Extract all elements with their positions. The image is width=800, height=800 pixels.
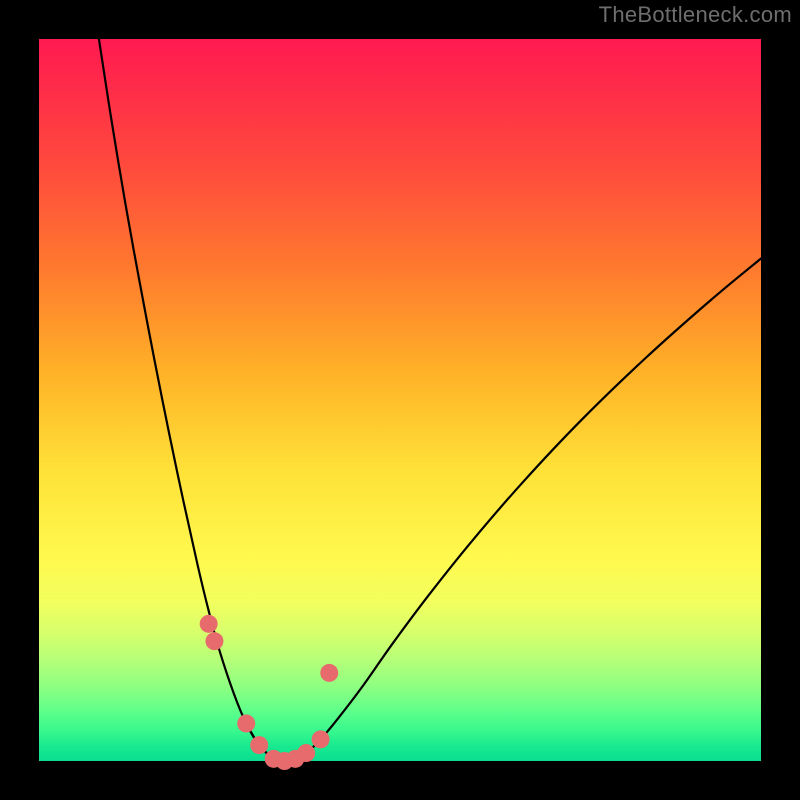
data-marker <box>237 714 255 732</box>
data-marker <box>200 615 218 633</box>
data-marker <box>312 730 330 748</box>
data-marker <box>250 736 268 754</box>
plot-area <box>39 39 761 761</box>
watermark-text: TheBottleneck.com <box>599 2 792 28</box>
left-curve <box>99 39 274 759</box>
data-markers <box>200 615 339 770</box>
data-marker <box>297 744 315 762</box>
chart-frame: TheBottleneck.com <box>0 0 800 800</box>
data-marker <box>320 664 338 682</box>
right-curve <box>295 258 761 758</box>
data-marker <box>205 632 223 650</box>
curves-svg <box>39 39 761 761</box>
